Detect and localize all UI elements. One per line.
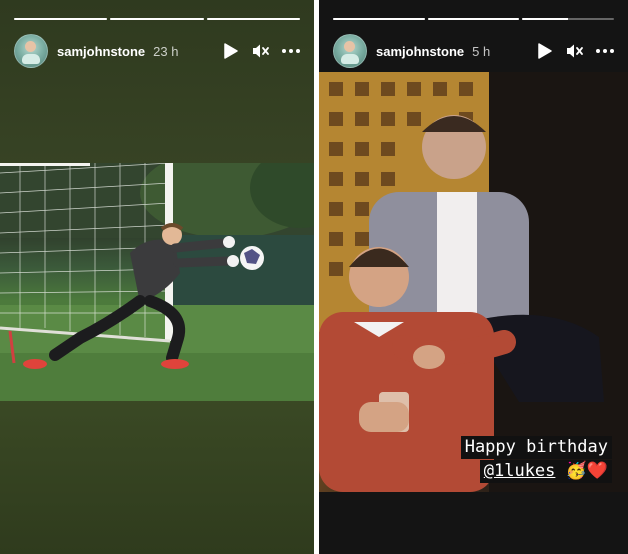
progress-segment <box>427 18 520 20</box>
play-icon[interactable] <box>536 42 554 60</box>
more-options-icon[interactable] <box>596 42 614 60</box>
story-header: samjohnstone 23 h <box>14 34 300 68</box>
caption-text: Happy birthday <box>460 436 612 459</box>
username-link[interactable]: samjohnstone <box>57 44 145 59</box>
muted-speaker-icon[interactable] <box>252 42 270 60</box>
progress-segment <box>110 18 204 20</box>
story-progress-bar <box>14 18 300 20</box>
play-icon[interactable] <box>222 42 240 60</box>
progress-segment <box>206 18 300 20</box>
avatar[interactable] <box>333 34 367 68</box>
more-options-icon[interactable] <box>282 42 300 60</box>
story-controls <box>536 42 614 60</box>
story-viewer-right: samjohnstone 5 h Happy birthday @1lukes … <box>319 0 628 554</box>
progress-segment <box>14 18 108 20</box>
story-photo-goalkeeper <box>0 163 314 401</box>
story-timestamp: 5 h <box>472 43 491 59</box>
caption-emoji: 🥳❤️ <box>565 461 608 481</box>
story-controls <box>222 42 300 60</box>
mention-link[interactable]: @1lukes <box>484 461 556 481</box>
progress-segment <box>522 18 615 20</box>
progress-segment <box>333 18 425 20</box>
story-timestamp: 23 h <box>153 43 179 59</box>
story-progress-bar <box>333 18 615 20</box>
username-link[interactable]: samjohnstone <box>376 44 464 59</box>
caption-mention-line: @1lukes 🥳❤️ <box>479 460 612 483</box>
photo-illustration <box>0 163 314 401</box>
muted-speaker-icon[interactable] <box>566 42 584 60</box>
story-header: samjohnstone 5 h <box>333 34 614 68</box>
photo-illustration <box>319 72 628 492</box>
story-viewer-left: samjohnstone 23 h <box>0 0 314 554</box>
story-photo-birthday <box>319 72 628 492</box>
avatar[interactable] <box>14 34 48 68</box>
